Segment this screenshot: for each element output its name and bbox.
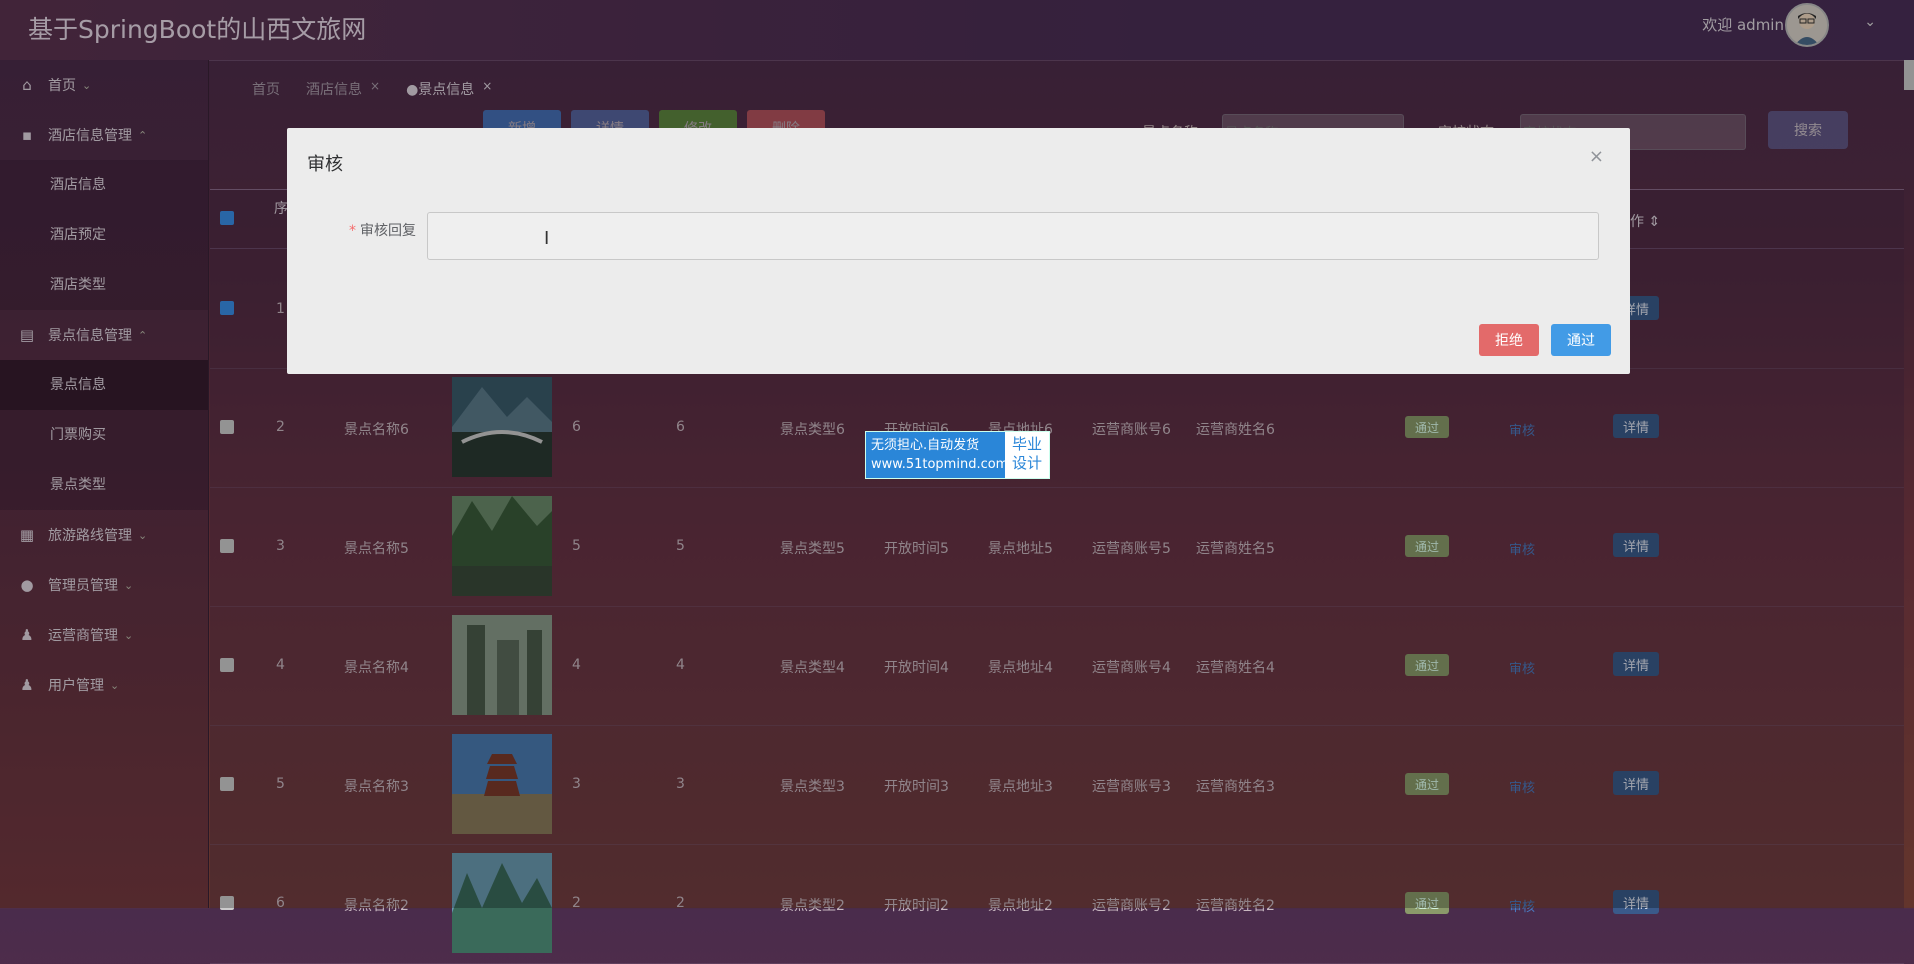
field-label-text: 审核回复 [360,223,416,239]
close-icon[interactable]: × [1589,146,1604,167]
watermark-badge-line2: 设计 [1011,454,1042,472]
audit-reply-textarea[interactable] [427,212,1599,260]
dialog-title: 审核 [307,154,343,175]
pass-button[interactable]: 通过 [1551,324,1611,356]
watermark-badge: 毕业 设计 [1005,432,1049,478]
reject-button[interactable]: 拒绝 [1479,324,1539,356]
watermark-line2: www.51topmind.com [871,457,1009,472]
audit-reply-label: * 审核回复 [349,220,416,240]
watermark-line1: 无须担心.自动发货 [871,438,980,453]
required-mark: * [349,223,356,239]
audit-dialog: 审核 × * 审核回复 I 拒绝 通过 [287,128,1630,374]
watermark-logo: 无须担心.自动发货 www.51topmind.com 毕业 设计 [865,431,1050,479]
watermark-badge-line1: 毕业 [1011,435,1042,453]
text-cursor-icon: I [544,228,550,249]
watermark-text: 无须担心.自动发货 www.51topmind.com [866,432,1009,478]
